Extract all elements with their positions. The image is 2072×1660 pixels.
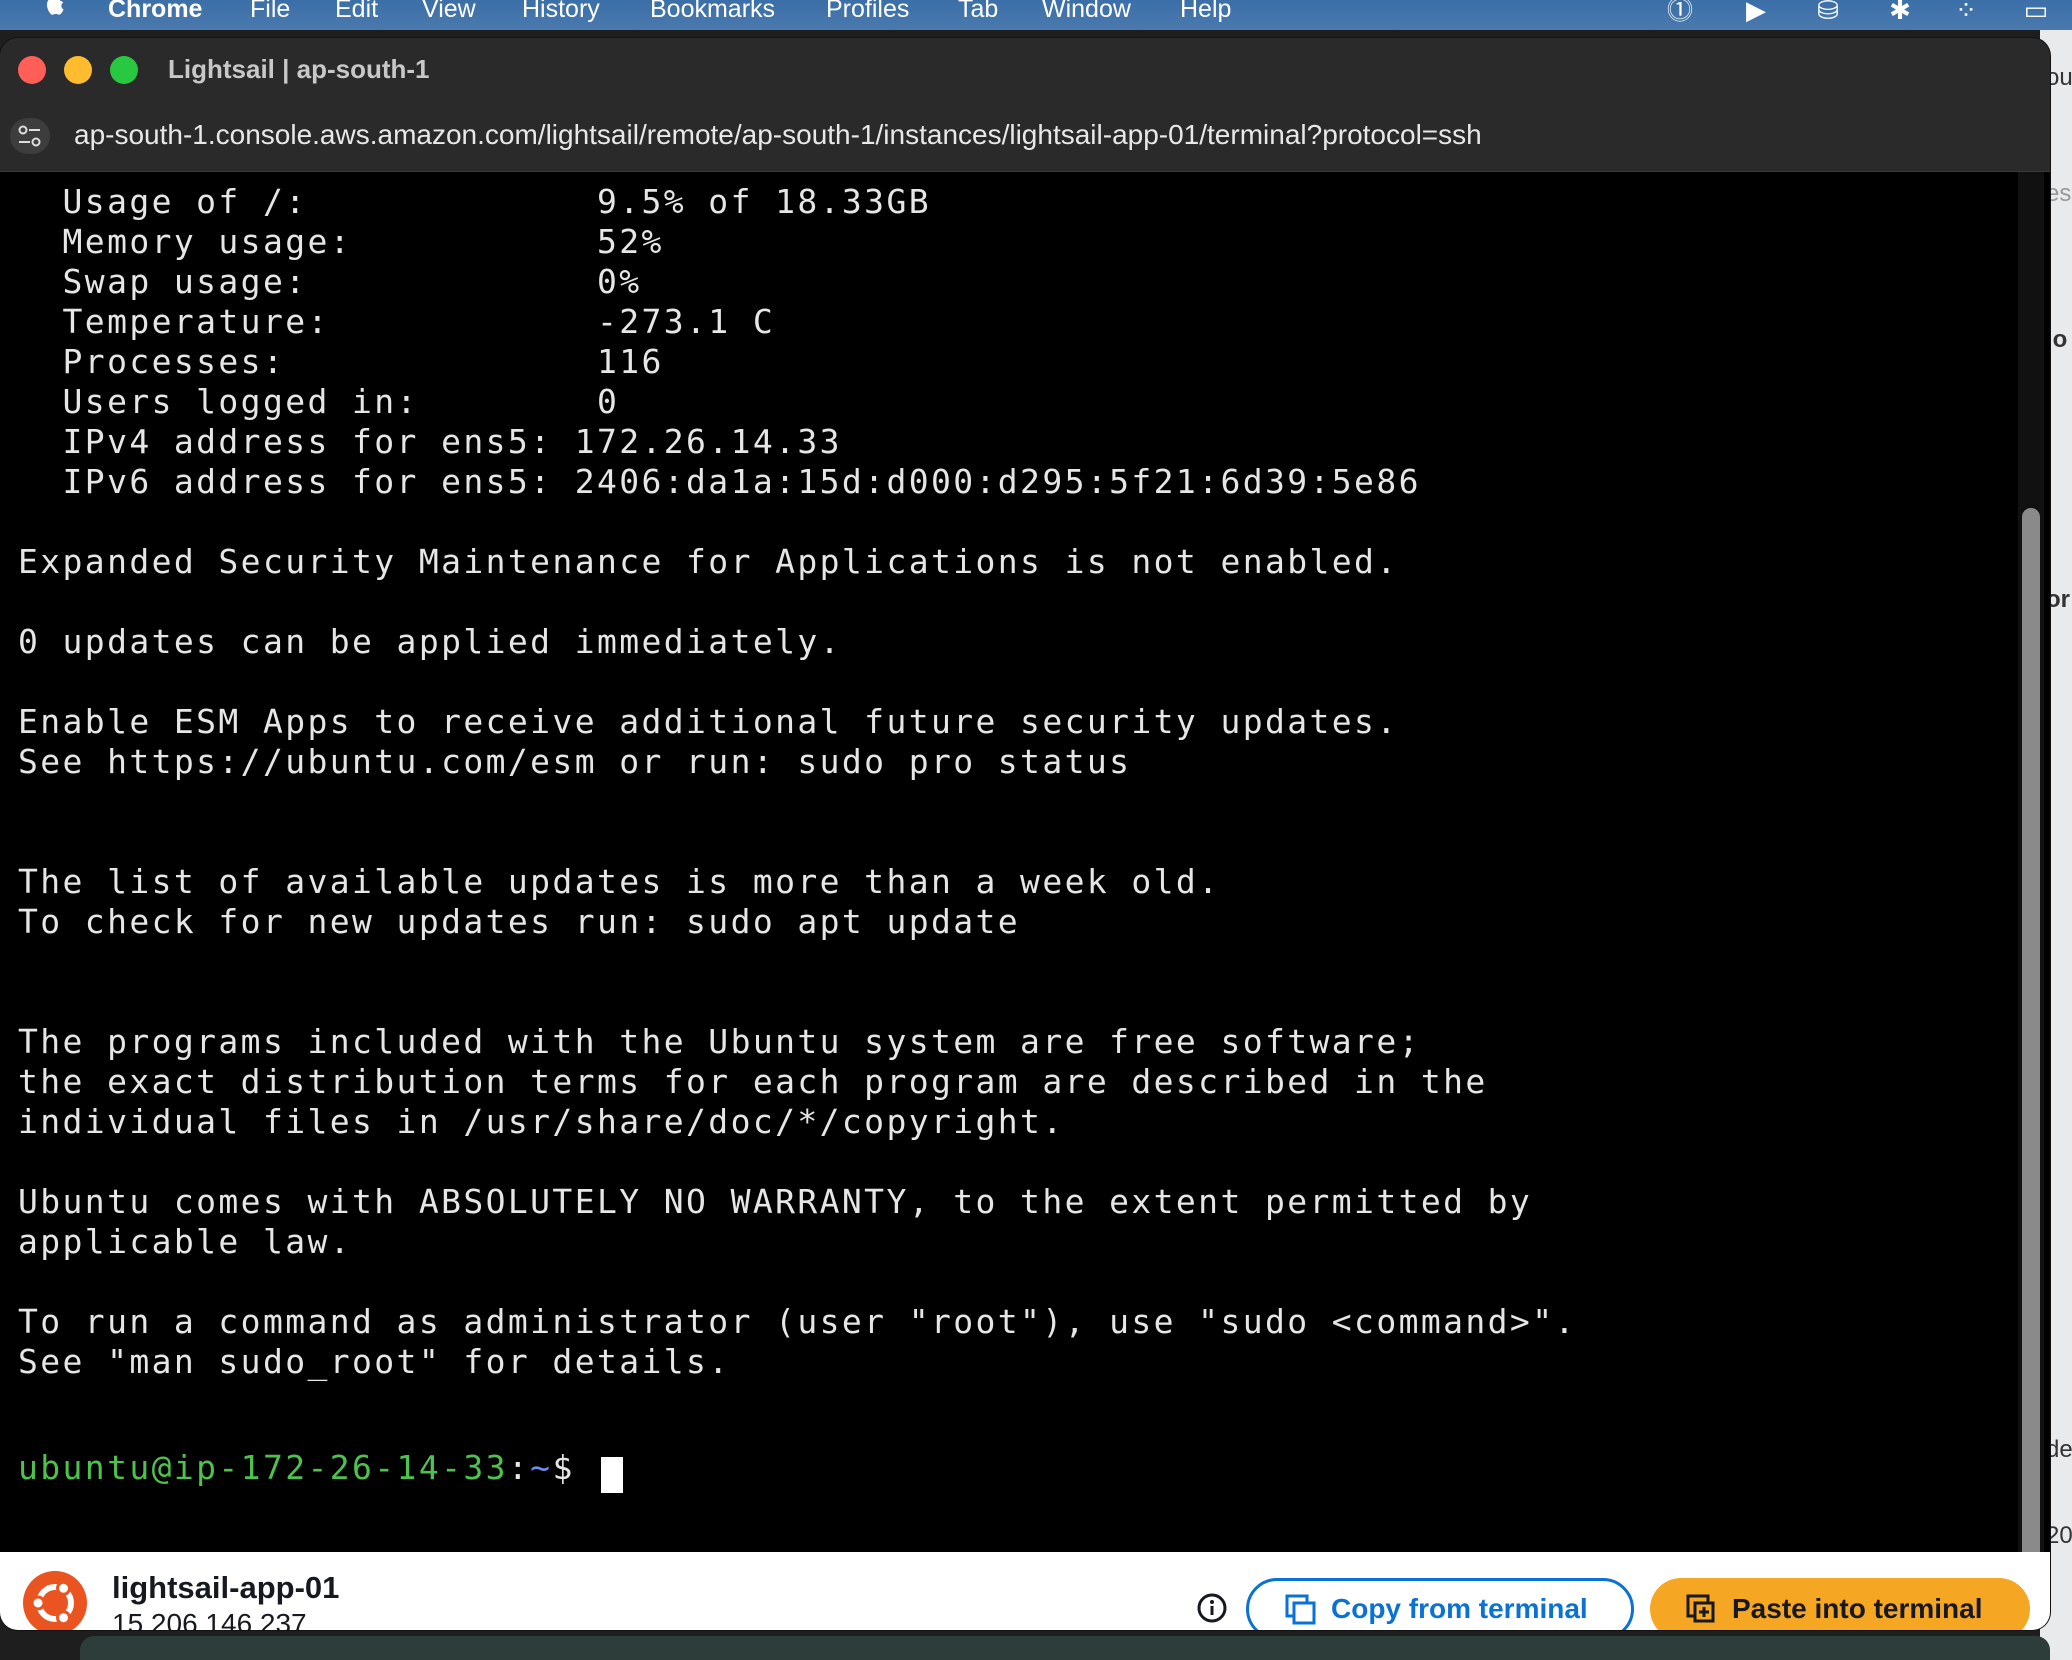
terminal-line: Usage of /: 9.5% of 18.33GB <box>18 182 931 221</box>
prompt-symbol: $ <box>552 1448 597 1487</box>
terminal-line: Enable ESM Apps to receive additional fu… <box>18 702 1399 741</box>
maximize-window-button[interactable] <box>110 56 138 84</box>
terminal-line: individual files in /usr/share/doc/*/cop… <box>18 1102 1065 1141</box>
terminal-line: the exact distribution terms for each pr… <box>18 1062 1488 1101</box>
url-field[interactable]: ap-south-1.console.aws.amazon.com/lights… <box>74 119 1482 151</box>
menu-app-chrome[interactable]: Chrome <box>108 0 202 24</box>
status-play-icon[interactable]: ▶ <box>1736 0 1776 24</box>
address-bar: ap-south-1.console.aws.amazon.com/lights… <box>0 100 2050 172</box>
status-extension-icon[interactable]: ⓵ <box>1660 0 1700 24</box>
terminal-toolbar: lightsail-app-01 15.206.146.237 Copy fro… <box>0 1552 2050 1630</box>
prompt-user-host: ubuntu@ip-172-26-14-33 <box>18 1448 508 1487</box>
menu-window[interactable]: Window <box>1042 0 1131 24</box>
terminal-line: Expanded Security Maintenance for Applic… <box>18 542 1399 581</box>
window-titlebar: Lightsail | ap-south-1 <box>0 38 2050 100</box>
terminal-line: Swap usage: 0% <box>18 262 642 301</box>
terminal-line: IPv6 address for ens5: 2406:da1a:15d:d00… <box>18 462 1421 501</box>
browser-window: Lightsail | ap-south-1 ap-south-1.consol… <box>0 38 2050 1630</box>
ssh-terminal[interactable]: Usage of /: 9.5% of 18.33GB Memory usage… <box>0 172 2050 1552</box>
instance-name: lightsail-app-01 <box>112 1570 340 1605</box>
terminal-line: 0 updates can be applied immediately. <box>18 622 842 661</box>
tune-icon <box>18 125 41 147</box>
terminal-output: Usage of /: 9.5% of 18.33GB Memory usage… <box>18 182 1577 1382</box>
terminal-cursor <box>601 1456 623 1493</box>
site-settings-button[interactable] <box>10 118 50 154</box>
terminal-line: Memory usage: 52% <box>18 222 664 261</box>
terminal-line: See "man sudo_root" for details. <box>18 1342 731 1381</box>
copy-button-label: Copy from terminal <box>1331 1593 1588 1624</box>
prompt-separator: : <box>507 1448 531 1487</box>
apple-icon[interactable] <box>42 0 68 22</box>
menu-bookmarks[interactable]: Bookmarks <box>650 0 775 24</box>
terminal-line: Ubuntu comes with ABSOLUTELY NO WARRANTY… <box>18 1182 1533 1221</box>
paste-button-label: Paste into terminal <box>1732 1593 1983 1624</box>
status-battery-icon[interactable]: ▭ <box>2016 0 2056 24</box>
status-bluetooth-icon[interactable]: ✱ <box>1880 0 1920 24</box>
menu-tab[interactable]: Tab <box>958 0 998 24</box>
status-database-icon[interactable]: ⛁ <box>1808 0 1848 24</box>
paste-icon <box>1686 1594 1715 1623</box>
terminal-line: Temperature: -273.1 C <box>18 302 776 341</box>
terminal-line: To check for new updates run: sudo apt u… <box>18 902 1021 941</box>
window-title: Lightsail | ap-south-1 <box>168 54 430 84</box>
terminal-line: The programs included with the Ubuntu sy… <box>18 1022 1421 1061</box>
menu-view[interactable]: View <box>422 0 476 24</box>
terminal-line: Users logged in: 0 <box>18 382 620 421</box>
scrollbar-thumb[interactable] <box>2022 508 2040 1630</box>
info-icon[interactable] <box>1196 1592 1228 1624</box>
menu-profiles[interactable]: Profiles <box>826 0 909 24</box>
prompt-path: ~ <box>530 1448 553 1487</box>
paste-into-terminal-button[interactable]: Paste into terminal <box>1650 1578 2030 1630</box>
close-window-button[interactable] <box>18 56 46 84</box>
macos-menu-bar: Chrome File Edit View History Bookmarks … <box>0 0 2072 30</box>
menu-file[interactable]: File <box>250 0 290 24</box>
terminal-line: To run a command as administrator (user … <box>18 1302 1577 1341</box>
instance-ip-address: 15.206.146.237 <box>112 1608 307 1630</box>
menu-edit[interactable]: Edit <box>335 0 378 24</box>
copy-icon <box>1285 1594 1316 1625</box>
dock <box>80 1636 2050 1660</box>
menu-help[interactable]: Help <box>1180 0 1231 24</box>
copy-from-terminal-button[interactable]: Copy from terminal <box>1246 1578 1634 1630</box>
status-dots-icon[interactable]: ⁘ <box>1946 0 1986 24</box>
ubuntu-logo-icon <box>23 1571 87 1630</box>
terminal-line: The list of available updates is more th… <box>18 862 1221 901</box>
menu-history[interactable]: History <box>522 0 600 24</box>
terminal-line: IPv4 address for ens5: 172.26.14.33 <box>18 422 842 461</box>
terminal-prompt[interactable]: ubuntu@ip-172-26-14-33:~$ <box>18 1448 623 1493</box>
terminal-line: applicable law. <box>18 1222 353 1261</box>
minimize-window-button[interactable] <box>64 56 92 84</box>
terminal-line: See https://ubuntu.com/esm or run: sudo … <box>18 742 1132 781</box>
terminal-scrollbar[interactable] <box>2018 172 2044 1630</box>
terminal-line: Processes: 116 <box>18 342 664 381</box>
